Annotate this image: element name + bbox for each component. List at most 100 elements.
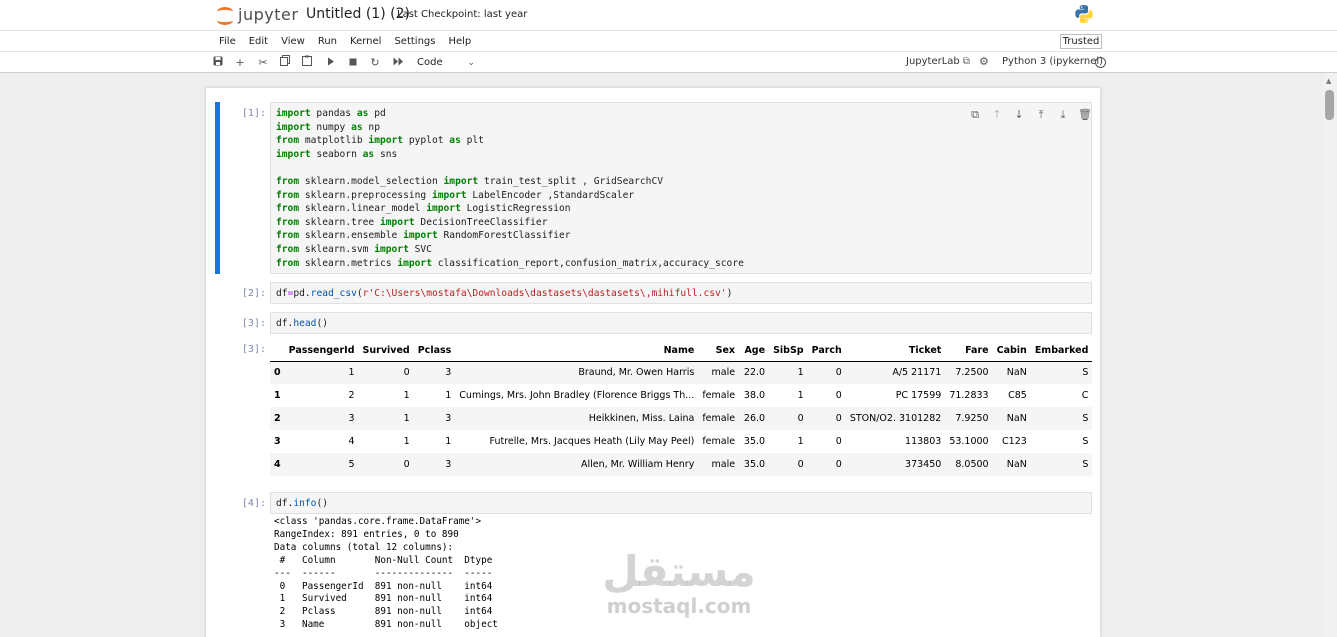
table-row: 1 2 1 1 Cumings, Mrs. John Bradley (Florence…	[270, 384, 1092, 407]
table-cell: 7.2500	[955, 367, 989, 379]
cell-2-input[interactable]: df=pd.read_csv(r'C:\Users\mostafa\Downlo…	[270, 282, 1092, 304]
cell-type-select[interactable]: Code ⌄	[417, 55, 477, 71]
code-token: sklearn.preprocessing	[299, 189, 432, 201]
table-cell: 2	[348, 390, 355, 401]
table-cell: Cumings, Mrs. John Bradley (Florence Bri…	[459, 390, 695, 401]
menu-edit[interactable]: Edit	[249, 36, 268, 47]
move-down-icon[interactable]: ↓	[1008, 108, 1030, 122]
insert-below-icon[interactable]: ⤓	[1052, 108, 1074, 122]
code-token: import	[426, 203, 461, 215]
column-header: Survived	[358, 340, 414, 362]
menu-bar: File Edit View Run Kernel Settings Help Truste…	[0, 30, 1337, 51]
insert-above-icon[interactable]: ⤒	[1030, 108, 1052, 122]
trusted-indicator[interactable]: Trusted	[1060, 34, 1102, 49]
code-token: import	[379, 216, 415, 228]
menu-items: File Edit View Run Kernel Settings Help	[219, 36, 484, 47]
output-line: <class 'pandas.core.frame.DataFrame'>	[274, 516, 482, 527]
table-cell: Futrelle, Mrs. Jacques Heath (Lily May P…	[489, 436, 695, 447]
code-token: train_test_split , GridSearchCV	[478, 175, 664, 187]
code-token: import	[276, 108, 311, 119]
table-cell: 0	[835, 413, 842, 424]
watermark: مستقل mostaql.com	[589, 550, 769, 619]
cell-1-code[interactable]: import pandas as pd import numpy as np f…	[271, 103, 1091, 274]
table-cell: 0	[403, 459, 410, 470]
kernel-name[interactable]: Python 3 (ipykernel)	[1002, 56, 1103, 67]
table-cell: 0	[835, 367, 842, 379]
output-line: 0 PassengerId 891 non-null int64	[274, 580, 504, 592]
code-token: sns	[374, 148, 398, 160]
table-cell: NaN	[1006, 367, 1027, 379]
duplicate-cell-icon[interactable]: ⧉	[964, 108, 986, 122]
table-cell: 3	[445, 367, 452, 379]
table-cell: C85	[1008, 390, 1027, 401]
code-token: plt	[460, 135, 484, 147]
scrollbar-thumb[interactable]	[1325, 90, 1334, 120]
table-cell: female	[702, 390, 736, 401]
code-token: df	[276, 288, 288, 299]
table-cell: 1	[403, 390, 410, 401]
delete-cell-icon[interactable]: 🗑	[1074, 108, 1096, 122]
restart-icon[interactable]: ↻	[367, 55, 383, 71]
code-token: as	[351, 121, 363, 133]
move-up-icon[interactable]: ↑	[986, 108, 1008, 122]
code-token: LabelEncoder ,StandardScaler	[466, 189, 635, 201]
dataframe-header-row: PassengerId Survived Pclass Name Sex Age SibSp…	[270, 340, 1093, 362]
table-cell: S	[1082, 367, 1089, 379]
cell-2-code[interactable]: df=pd.read_csv(r'C:\Users\mostafa\Downlo…	[271, 283, 1091, 305]
code-token: np	[362, 121, 380, 133]
cell-4-code[interactable]: df.info()	[271, 493, 1091, 515]
menu-help[interactable]: Help	[448, 36, 471, 47]
table-cell: 4	[348, 436, 355, 447]
run-icon[interactable]	[323, 55, 339, 71]
table-cell: 38.0	[743, 390, 766, 401]
fast-forward-icon[interactable]	[390, 55, 406, 71]
cell-3-prompt: [3]:	[241, 318, 266, 329]
gear-icon[interactable]: ⚙	[979, 55, 989, 68]
column-header: PassengerId	[284, 340, 359, 362]
jupyter-logo[interactable]: jupyter	[216, 3, 298, 25]
scroll-up-icon[interactable]: ▲	[1326, 77, 1331, 85]
paste-icon[interactable]	[299, 55, 315, 71]
table-cell: 71.2833	[949, 390, 989, 401]
jupyterlab-link[interactable]: JupyterLab ⧉	[906, 56, 970, 67]
output-line: 3 Name 891 non-null object	[274, 619, 504, 631]
cell-4-input[interactable]: df.info()	[270, 492, 1092, 514]
copy-icon[interactable]	[277, 55, 293, 71]
menu-run[interactable]: Run	[318, 36, 337, 47]
cell-3-code[interactable]: df.head()	[271, 313, 1091, 335]
scrollbar-track[interactable]	[1323, 74, 1337, 637]
code-token: import	[403, 230, 438, 242]
code-token: import	[431, 189, 467, 201]
menu-settings[interactable]: Settings	[394, 36, 435, 47]
table-cell: 1	[445, 436, 452, 447]
output-line: RangeIndex: 891 entries, 0 to 890	[274, 528, 459, 540]
table-cell: STON/O2. 3101282	[849, 413, 942, 424]
menu-file[interactable]: File	[219, 36, 236, 47]
save-icon[interactable]	[210, 55, 226, 71]
table-cell: 0	[835, 459, 842, 470]
stop-icon[interactable]	[345, 55, 361, 71]
cell-3-input[interactable]: df.head()	[270, 312, 1092, 334]
watermark-latin: mostaql.com	[606, 594, 752, 618]
menu-view[interactable]: View	[281, 36, 305, 47]
menu-kernel[interactable]: Kernel	[350, 36, 381, 47]
table-cell: S	[1082, 436, 1089, 447]
code-token: sklearn.svm	[299, 243, 375, 255]
cut-icon[interactable]: ✂	[255, 55, 271, 71]
column-header: Age	[739, 340, 770, 362]
notebook-name[interactable]: Untitled (1) (2)	[306, 6, 410, 22]
table-cell: 0	[835, 390, 842, 401]
cell-1-input[interactable]: import pandas as pd import numpy as np f…	[270, 102, 1092, 274]
column-header: Name	[455, 340, 699, 362]
code-token: info	[293, 498, 317, 509]
table-cell: Braund, Mr. Owen Harris	[578, 367, 695, 379]
add-cell-icon[interactable]: +	[232, 55, 248, 71]
code-token: import	[397, 257, 432, 269]
column-header: Ticket	[845, 340, 946, 362]
table-cell: 1	[403, 413, 410, 424]
table-cell: 7.9250	[955, 413, 989, 424]
title-row: jupyter Untitled (1) (2) Last Checkpoint…	[216, 0, 1326, 30]
output-line: 1 Survived 891 non-null int64	[274, 593, 504, 605]
code-token: classification_report,confusion_matrix,a…	[431, 257, 744, 269]
code-token: DecisionTreeClassifier	[414, 216, 548, 228]
